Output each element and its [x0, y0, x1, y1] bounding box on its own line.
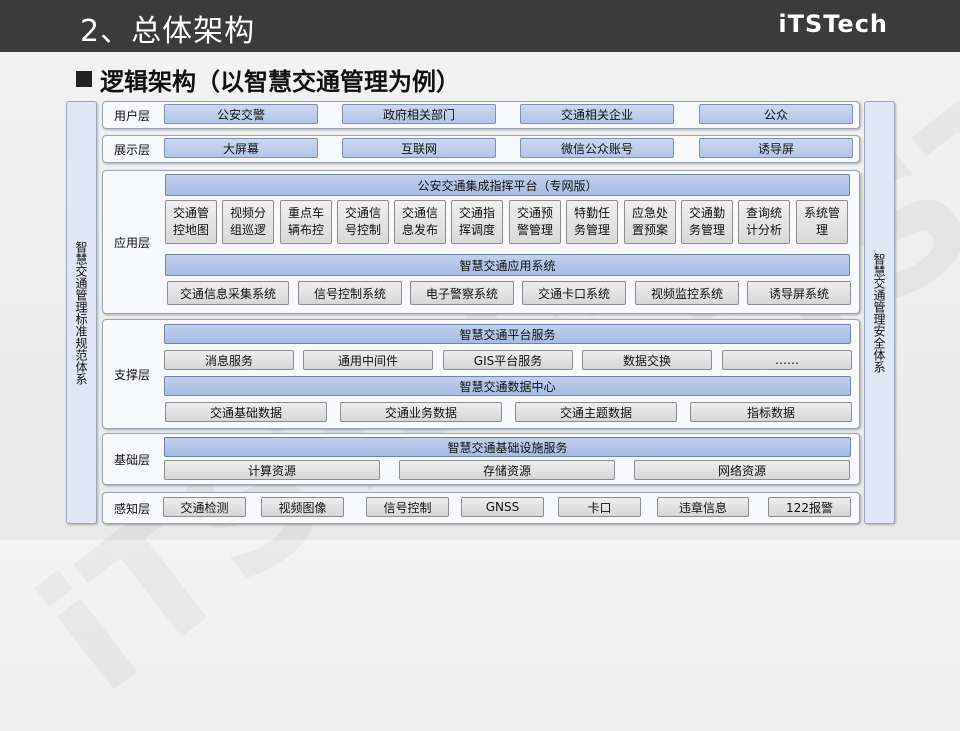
security-system-label: 智慧交通管理安全体系: [872, 252, 886, 373]
data-box: 交通业务数据: [340, 402, 502, 422]
sensor-box: 违章信息: [657, 497, 749, 517]
section-heading: 逻辑架构（以智慧交通管理为例）: [76, 62, 460, 96]
brand-logo: iTSTech: [778, 10, 888, 38]
subsystem-box: 交通卡口系统: [522, 281, 626, 305]
platform-service-bar: 智慧交通平台服务: [164, 324, 851, 344]
layer-name: 感知层: [113, 501, 150, 516]
user-item: 公众: [699, 104, 853, 124]
app-module: 交通勤务管理: [681, 200, 733, 244]
app-module: 应急处置预案: [624, 200, 676, 244]
app-module: 特勤任务管理: [566, 200, 618, 244]
app-module: 交通信号控制: [337, 200, 389, 244]
bullet-square-icon: [76, 71, 92, 87]
subsystem-box: 信号控制系统: [298, 281, 402, 305]
subsystem-box: 电子警察系统: [410, 281, 514, 305]
section-heading-text: 逻辑架构（以智慧交通管理为例）: [100, 67, 460, 96]
sensor-box: GNSS: [461, 497, 544, 517]
app-module: 交通指挥调度: [451, 200, 503, 244]
layer-name: 基础层: [113, 452, 150, 467]
data-box: 交通主题数据: [515, 402, 677, 422]
data-box: 交通基础数据: [165, 402, 327, 422]
display-item: 互联网: [342, 138, 496, 158]
sensor-box: 视频图像: [261, 497, 344, 517]
service-box: 消息服务: [164, 350, 294, 370]
sensor-box: 卡口: [558, 497, 641, 517]
service-box: 通用中间件: [303, 350, 433, 370]
display-item: 诱导屏: [699, 138, 853, 158]
layer-name: 展示层: [113, 142, 150, 157]
app-module: 系统管理: [796, 200, 848, 244]
layer-name: 应用层: [113, 235, 150, 250]
user-item: 政府相关部门: [342, 104, 496, 124]
subsystem-box: 诱导屏系统: [747, 281, 851, 305]
app-module: 查询统计分析: [738, 200, 790, 244]
sensor-box: 122报警: [768, 497, 851, 517]
standards-system-column: 智慧交通管理标准规范体系: [66, 101, 97, 524]
app-module: 交通预警管理: [509, 200, 561, 244]
infrastructure-service-bar: 智慧交通基础设施服务: [164, 437, 851, 457]
user-item: 交通相关企业: [520, 104, 674, 124]
command-platform-bar: 公安交通集成指挥平台（专网版）: [165, 174, 850, 196]
subsystem-box: 交通信息采集系统: [167, 281, 289, 305]
layer-name: 用户层: [113, 108, 150, 123]
page-title: 2、总体架构: [80, 14, 256, 49]
service-box: 数据交换: [582, 350, 712, 370]
security-system-column: 智慧交通管理安全体系: [864, 101, 895, 524]
app-module: 交通信息发布: [394, 200, 446, 244]
resource-box: 存储资源: [399, 460, 615, 480]
app-module: 视频分组巡逻: [222, 200, 274, 244]
resource-box: 计算资源: [164, 460, 380, 480]
service-box: ……: [722, 350, 852, 370]
data-box: 指标数据: [690, 402, 852, 422]
app-module: 交通管控地图: [165, 200, 217, 244]
title-bar: 2、总体架构 iTSTech: [0, 0, 960, 52]
service-box: GIS平台服务: [443, 350, 573, 370]
display-item: 微信公众账号: [520, 138, 674, 158]
display-item: 大屏幕: [164, 138, 318, 158]
application-system-bar: 智慧交通应用系统: [165, 254, 850, 276]
data-center-bar: 智慧交通数据中心: [164, 376, 851, 396]
sensor-box: 交通检测: [163, 497, 246, 517]
app-module: 重点车辆布控: [280, 200, 332, 244]
standards-system-label: 智慧交通管理标准规范体系: [74, 240, 88, 385]
resource-box: 网络资源: [634, 460, 850, 480]
user-item: 公安交警: [164, 104, 318, 124]
sensor-box: 信号控制: [366, 497, 449, 517]
layer-name: 支撑层: [113, 367, 150, 382]
subsystem-box: 视频监控系统: [635, 281, 739, 305]
